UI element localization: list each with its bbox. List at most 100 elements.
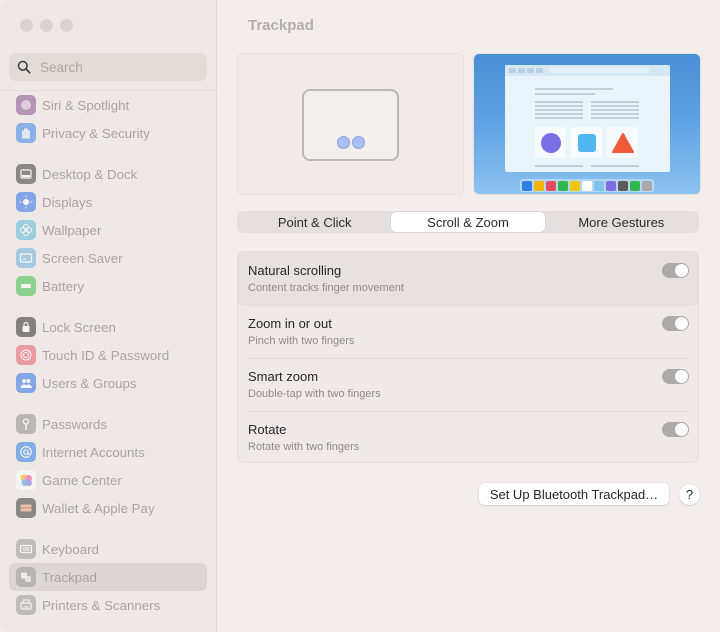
- search-field[interactable]: [9, 53, 207, 81]
- setting-toggle[interactable]: [662, 263, 689, 278]
- sidebar-item-label: Keyboard: [42, 541, 99, 557]
- sidebar-item-label: Printers & Scanners: [42, 597, 161, 613]
- setting-title: Natural scrolling: [248, 263, 342, 278]
- wallet-icon: [16, 498, 36, 518]
- keyboard-icon: [16, 539, 36, 559]
- sidebar-item-label: Users & Groups: [42, 375, 137, 391]
- setting-row-zoom-in-or-out: Zoom in or out Pinch with two fingers: [238, 305, 698, 358]
- setup-bluetooth-trackpad-button[interactable]: Set Up Bluetooth Trackpad…: [479, 483, 669, 505]
- zoom-button[interactable]: [60, 19, 73, 32]
- sidebar-item-game-center[interactable]: Game Center: [9, 466, 207, 494]
- sidebar-group-spacer: [9, 397, 207, 410]
- setting-row-natural-scrolling: Natural scrolling Content tracks finger m…: [238, 252, 698, 305]
- sidebar-item-keyboard[interactable]: Keyboard: [9, 535, 207, 563]
- sidebar-item-trackpad[interactable]: Trackpad: [9, 563, 207, 591]
- setting-row-smart-zoom: Smart zoom Double-tap with two fingers: [238, 358, 698, 411]
- trackpad-icon: [16, 567, 36, 587]
- sidebar-group-spacer: [9, 300, 207, 313]
- screen-saver-icon: [16, 248, 36, 268]
- finger-dot-icon: [337, 136, 350, 149]
- tab-point-and-click[interactable]: Point & Click: [238, 212, 391, 232]
- search-input[interactable]: [40, 59, 190, 75]
- hand-icon: [16, 123, 36, 143]
- setting-subtitle: Double-tap with two fingers: [248, 388, 381, 400]
- at-icon: [16, 442, 36, 462]
- sidebar-item-privacy-and-security[interactable]: Privacy & Security: [9, 119, 207, 147]
- sidebar-item-siri-and-spotlight[interactable]: Siri & Spotlight: [9, 91, 207, 119]
- sidebar-item-touch-id-and-password[interactable]: Touch ID & Password: [9, 341, 207, 369]
- setting-toggle[interactable]: [662, 422, 689, 437]
- setting-subtitle: Pinch with two fingers: [248, 335, 355, 347]
- sidebar-item-battery[interactable]: Battery: [9, 272, 207, 300]
- sidebar-item-users-and-groups[interactable]: Users & Groups: [9, 369, 207, 397]
- game-center-icon: [16, 470, 36, 490]
- sidebar-item-label: Desktop & Dock: [42, 166, 138, 182]
- tab-more-gestures[interactable]: More Gestures: [545, 212, 698, 232]
- gesture-preview-screen: [473, 53, 701, 195]
- setting-toggle[interactable]: [662, 316, 689, 331]
- dock-app-icon: [546, 180, 556, 191]
- preview-toolbar: [505, 65, 670, 76]
- sidebar-item-label: Internet Accounts: [42, 444, 145, 460]
- sidebar-item-label: Game Center: [42, 472, 122, 488]
- siri-icon: [16, 95, 36, 115]
- setting-row-rotate: Rotate Rotate with two fingers: [238, 411, 698, 462]
- sidebar-item-passwords[interactable]: Passwords: [9, 410, 207, 438]
- sidebar-item-lock-screen[interactable]: Lock Screen: [9, 313, 207, 341]
- sidebar-item-desktop-and-dock[interactable]: Desktop & Dock: [9, 160, 207, 188]
- key-icon: [16, 414, 36, 434]
- help-button[interactable]: ?: [679, 484, 700, 505]
- segmented-tabs: Point & Click Scroll & Zoom More Gestures: [237, 211, 699, 233]
- dock-icon: [16, 164, 36, 184]
- dock-app-icon: [522, 180, 532, 191]
- sidebar-item-wallpaper[interactable]: Wallpaper: [9, 216, 207, 244]
- flower-icon: [16, 220, 36, 240]
- sidebar-item-printers-and-scanners[interactable]: Printers & Scanners: [9, 591, 207, 619]
- dock-app-icon: [570, 180, 580, 191]
- users-icon: [16, 373, 36, 393]
- sidebar-item-internet-accounts[interactable]: Internet Accounts: [9, 438, 207, 466]
- page-title: Trackpad: [248, 17, 314, 34]
- setting-toggle[interactable]: [662, 369, 689, 384]
- sidebar-item-displays[interactable]: Displays: [9, 188, 207, 216]
- sidebar-group-spacer: [9, 522, 207, 535]
- sidebar-item-label: Privacy & Security: [42, 125, 150, 141]
- sidebar-item-label: Passwords: [42, 416, 108, 432]
- tab-scroll-and-zoom[interactable]: Scroll & Zoom: [391, 212, 545, 232]
- setting-subtitle: Rotate with two fingers: [248, 441, 360, 453]
- sidebar-item-label: Displays: [42, 194, 93, 210]
- dock-app-icon: [558, 180, 568, 191]
- sidebar-group-spacer: [9, 147, 207, 160]
- preview-dock: [520, 179, 654, 192]
- sidebar-item-label: Screen Saver: [42, 250, 123, 266]
- main-pane: Trackpad Point & Click Scroll & Zoom Mor…: [218, 0, 720, 632]
- preview-triangle-card: [607, 127, 638, 158]
- dock-app-icon: [582, 180, 592, 191]
- sidebar-item-wallet-and-apple-pay[interactable]: Wallet & Apple Pay: [9, 494, 207, 522]
- search-icon: [17, 60, 31, 74]
- preview-square-card: [571, 127, 602, 158]
- sidebar-item-screen-saver[interactable]: Screen Saver: [9, 244, 207, 272]
- sidebar-item-label: Touch ID & Password: [42, 347, 170, 363]
- dock-app-icon: [630, 180, 640, 191]
- setting-title: Zoom in or out: [248, 316, 332, 331]
- traffic-lights: [20, 19, 73, 32]
- preview-browser-window: [505, 65, 670, 172]
- sidebar-item-label: Battery: [42, 278, 85, 294]
- sidebar-list: Siri & Spotlight Privacy & Security Deskto…: [9, 91, 207, 619]
- dock-app-icon: [594, 180, 604, 191]
- close-button[interactable]: [20, 19, 33, 32]
- fingerprint-icon: [16, 345, 36, 365]
- dock-app-icon: [618, 180, 628, 191]
- dock-app-icon: [606, 180, 616, 191]
- setting-subtitle: Content tracks finger movement: [248, 282, 404, 294]
- sun-icon: [16, 192, 36, 212]
- sidebar-item-label: Lock Screen: [42, 319, 116, 335]
- dock-app-icon: [642, 180, 652, 191]
- dock-app-icon: [534, 180, 544, 191]
- sidebar-item-label: Wallet & Apple Pay: [42, 500, 155, 516]
- gesture-preview-trackpad: [237, 53, 464, 195]
- setting-title: Smart zoom: [248, 369, 319, 384]
- minimize-button[interactable]: [40, 19, 53, 32]
- settings-window: Siri & Spotlight Privacy & Security Deskto…: [0, 0, 720, 632]
